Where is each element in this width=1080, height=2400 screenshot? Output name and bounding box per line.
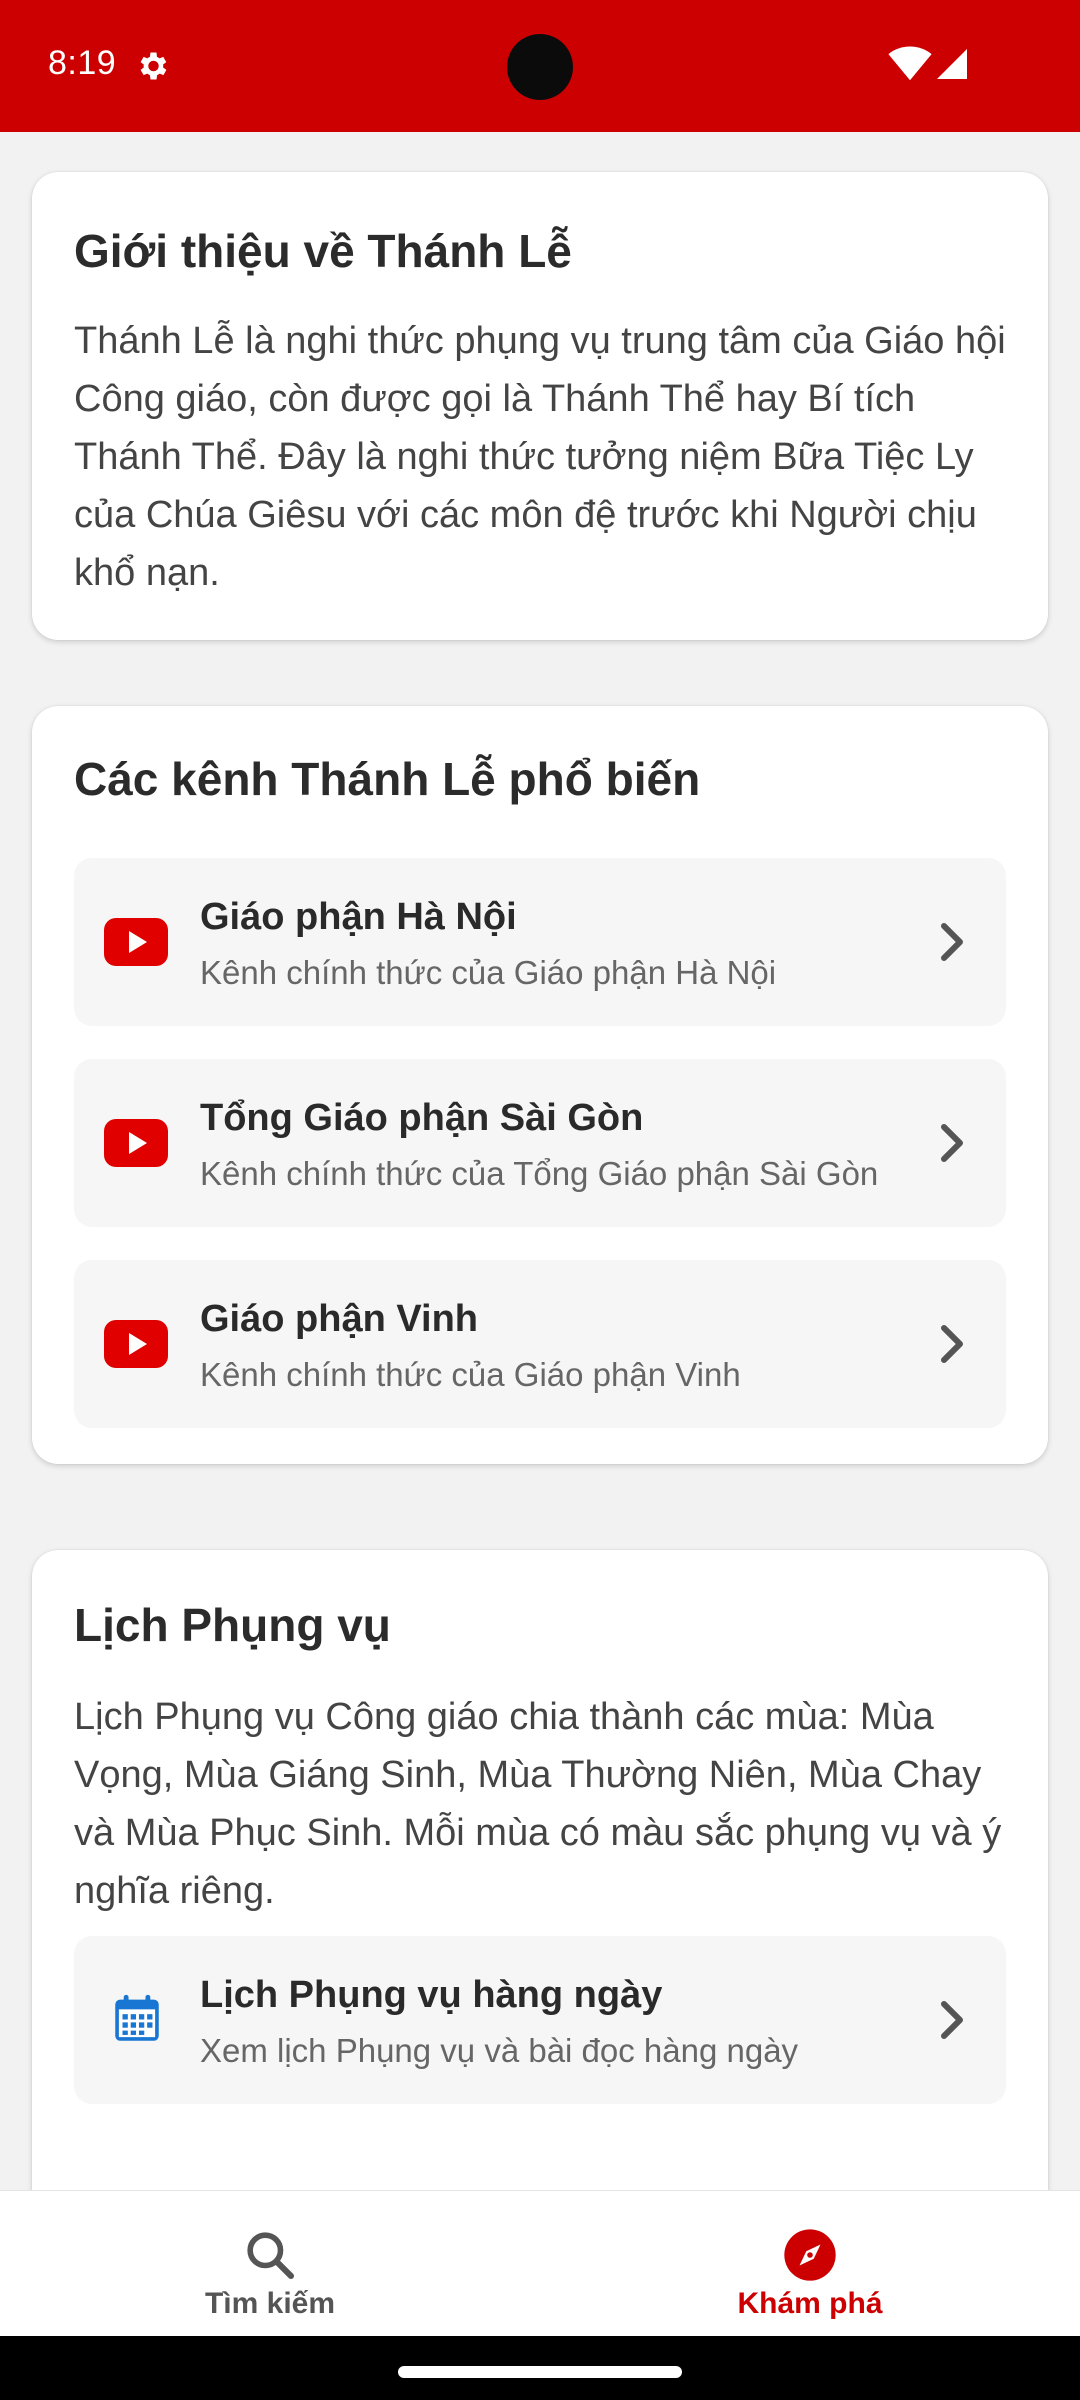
wifi-icon bbox=[888, 46, 932, 81]
status-bar: 8:19 bbox=[0, 0, 1080, 132]
channel-item-subtitle: Kênh chính thức của Giáo phận Hà Nội bbox=[200, 954, 777, 991]
status-time: 8:19 bbox=[48, 44, 117, 82]
nav-tab-explore[interactable]: Khám phá bbox=[540, 2191, 1080, 2337]
channel-item-title: Tổng Giáo phận Sài Gòn bbox=[200, 1097, 644, 1139]
daily-liturgy-subtitle: Xem lịch Phụng vụ và bài đọc hàng ngày bbox=[200, 2032, 799, 2069]
settings-icon bbox=[140, 52, 167, 80]
liturgy-card: Lịch Phụng vụ Lịch Phụng vụ Công giáo ch… bbox=[32, 1550, 1048, 2190]
youtube-icon bbox=[104, 1320, 168, 1368]
home-gesture-handle[interactable] bbox=[398, 2366, 682, 2378]
youtube-icon bbox=[104, 918, 168, 966]
system-navigation-bar bbox=[0, 2336, 1080, 2400]
chevron-right-icon bbox=[941, 2001, 963, 2039]
channel-item-title: Giáo phận Hà Nội bbox=[200, 896, 517, 938]
search-icon bbox=[247, 2232, 295, 2280]
chevron-right-icon bbox=[941, 1325, 963, 1363]
channel-item-subtitle: Kênh chính thức của Giáo phận Vinh bbox=[200, 1356, 741, 1393]
daily-liturgy-item[interactable]: Lịch Phụng vụ hàng ngày Xem lịch Phụng v… bbox=[74, 1936, 1006, 2104]
channel-item-title: Giáo phận Vinh bbox=[200, 1298, 478, 1340]
intro-card-text: Thánh Lễ là nghi thức phụng vụ trung tâm… bbox=[74, 320, 1006, 594]
channel-item-saigon[interactable]: Tổng Giáo phận Sài Gòn Kênh chính thức c… bbox=[74, 1059, 1006, 1227]
intro-card-title: Giới thiệu về Thánh Lễ bbox=[74, 225, 572, 277]
channel-item-subtitle: Kênh chính thức của Tổng Giáo phận Sài G… bbox=[200, 1155, 879, 1192]
liturgy-card-title: Lịch Phụng vụ bbox=[74, 1599, 391, 1651]
camera-cutout bbox=[507, 34, 573, 100]
liturgy-card-text: Lịch Phụng vụ Công giáo chia thành các m… bbox=[74, 1696, 1002, 1912]
cellular-signal-icon bbox=[937, 49, 967, 79]
intro-card: Giới thiệu về Thánh Lễ Thánh Lễ là nghi … bbox=[32, 172, 1048, 640]
daily-liturgy-title: Lịch Phụng vụ hàng ngày bbox=[200, 1974, 663, 2016]
channel-item-hanoi[interactable]: Giáo phận Hà Nội Kênh chính thức của Giá… bbox=[74, 858, 1006, 1026]
chevron-right-icon bbox=[941, 1124, 963, 1162]
channel-item-vinh[interactable]: Giáo phận Vinh Kênh chính thức của Giáo … bbox=[74, 1260, 1006, 1428]
chevron-right-icon bbox=[941, 923, 963, 961]
channels-card-title: Các kênh Thánh Lễ phổ biến bbox=[74, 753, 701, 805]
youtube-icon bbox=[104, 1119, 168, 1167]
content-scroll[interactable]: Giới thiệu về Thánh Lễ Thánh Lễ là nghi … bbox=[0, 132, 1080, 2190]
nav-tab-search[interactable]: Tìm kiếm bbox=[0, 2191, 540, 2337]
channels-card: Các kênh Thánh Lễ phổ biến Giáo phận Hà … bbox=[32, 706, 1048, 1464]
nav-tab-explore-label: Khám phá bbox=[737, 2287, 883, 2320]
bottom-navigation: Tìm kiếm Khám phá bbox=[0, 2190, 1080, 2337]
calendar-icon bbox=[115, 1994, 159, 2041]
nav-tab-search-label: Tìm kiếm bbox=[204, 2287, 336, 2320]
compass-icon bbox=[784, 2229, 836, 2281]
